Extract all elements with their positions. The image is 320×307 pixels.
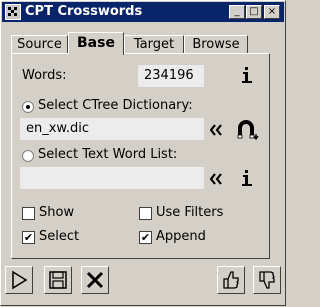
play-icon (12, 270, 28, 290)
show-label: Show (39, 205, 75, 220)
text-word-list-radio[interactable] (22, 150, 34, 162)
append-label: Append (156, 229, 206, 244)
tab-target[interactable]: Target (124, 35, 184, 53)
select-checkbox[interactable]: ✔ (22, 231, 35, 244)
tab-source[interactable]: Source (11, 35, 68, 53)
app-icon (5, 4, 21, 20)
text-word-list-field[interactable] (20, 167, 204, 189)
use-filters-checkbox[interactable] (139, 207, 152, 220)
tab-strip: Source Base Target Browse (11, 32, 271, 55)
use-filters-label: Use Filters (156, 205, 224, 220)
info-icon[interactable] (241, 170, 253, 188)
info-icon[interactable] (241, 67, 253, 85)
words-count-field: 234196 (138, 65, 204, 87)
double-chevron-left-icon[interactable] (210, 173, 222, 185)
ctree-dictionary-label: Select CTree Dictionary: (38, 98, 193, 113)
floppy-disk-icon (49, 271, 67, 289)
save-button[interactable] (44, 266, 72, 294)
show-checkbox[interactable] (22, 207, 35, 220)
base-panel: Words: 234196 Select CTree Dictionary: e… (11, 53, 270, 259)
select-label: Select (39, 229, 80, 244)
append-checkbox[interactable]: ✔ (139, 231, 152, 244)
text-word-list-label: Select Text Word List: (38, 147, 178, 162)
app-window: CPT Crosswords _ □ × Source Base Target … (0, 0, 286, 306)
window-title: CPT Crosswords (25, 4, 143, 19)
bottom-toolbar (1, 263, 285, 307)
thumbs-up-icon (223, 271, 239, 289)
tab-base[interactable]: Base (68, 32, 124, 55)
thumbs-up-button[interactable] (217, 266, 245, 294)
double-chevron-left-icon[interactable] (210, 124, 222, 136)
title-bar[interactable]: CPT Crosswords _ □ × (2, 2, 284, 22)
play-button[interactable] (5, 266, 33, 294)
tab-browse[interactable]: Browse (184, 35, 248, 53)
x-icon (86, 271, 104, 289)
cancel-button[interactable] (81, 266, 109, 294)
ctree-dictionary-field[interactable]: en_xw.dic (20, 118, 204, 140)
close-button[interactable]: × (264, 5, 280, 19)
thumbs-down-button[interactable] (253, 266, 281, 294)
words-label: Words: (22, 68, 67, 83)
magnet-icon[interactable] (237, 120, 261, 140)
thumbs-down-icon (259, 271, 275, 289)
minimize-button[interactable]: _ (229, 5, 245, 19)
maximize-button[interactable]: □ (246, 5, 262, 19)
ctree-dictionary-radio[interactable] (22, 101, 34, 113)
